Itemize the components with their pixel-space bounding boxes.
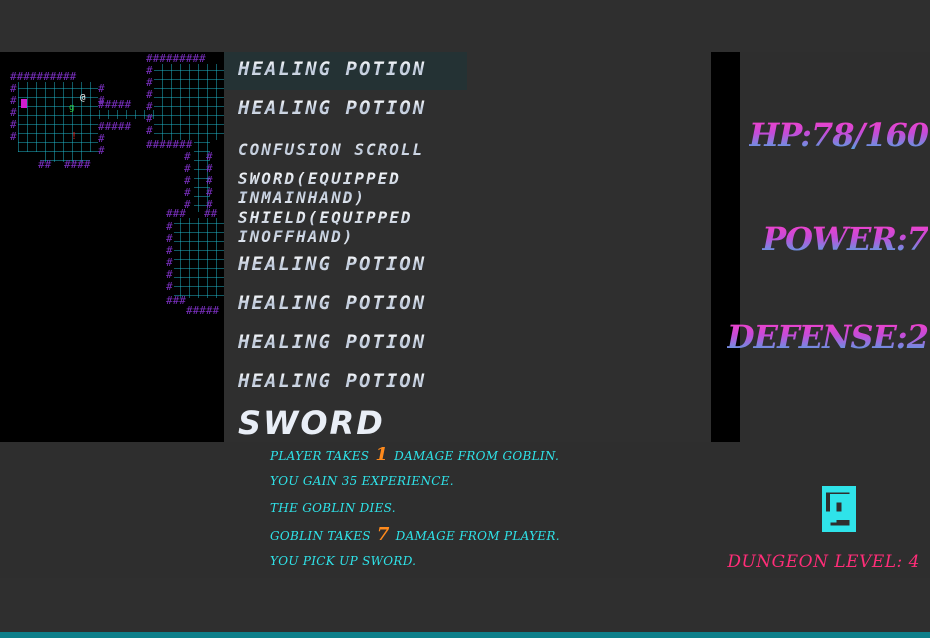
map-canvas: ########## # # # # ###### # ##### # # # ## ##… — [10, 52, 224, 317]
svg-text:###: ### — [166, 294, 186, 307]
log-text: damage from Goblin. — [394, 449, 560, 463]
svg-text:#: # — [146, 124, 153, 137]
inventory-item[interactable]: Confusion Scroll — [238, 140, 424, 159]
map-room — [174, 218, 224, 298]
svg-text:##: ## — [204, 207, 218, 220]
svg-text:###: ### — [166, 207, 186, 220]
map-marker — [21, 99, 27, 108]
log-line: You gain 35 experience. — [270, 474, 454, 488]
inventory-item[interactable]: Healing Potion — [238, 372, 426, 391]
bottom-bar — [0, 578, 930, 632]
selected-item-title: Sword — [238, 404, 385, 442]
player-at-icon — [822, 486, 856, 532]
map-goblin-icon: g — [69, 103, 74, 113]
inventory-item[interactable]: Sword(equipped inmainhand) — [238, 169, 401, 207]
inventory-panel: Healing Potion Healing Potion Confusion … — [224, 52, 711, 442]
inventory-item[interactable]: Healing Potion — [238, 255, 426, 274]
svg-text:#####: ##### — [98, 98, 131, 111]
inventory-item[interactable]: Healing Potion — [238, 60, 426, 79]
log-line: You pick up Sword. — [270, 554, 417, 568]
svg-text:##: ## — [38, 158, 52, 171]
map-potion-icon: ! — [71, 131, 77, 142]
log-text: Goblin takes — [270, 529, 371, 543]
power-stat: POWER:7 — [762, 220, 929, 258]
svg-text:##########: ########## — [10, 70, 77, 83]
inventory-item[interactable]: Shield(equipped inoffhand) — [238, 208, 413, 246]
svg-text:#####: ##### — [186, 304, 219, 317]
log-line: Goblin takes 7 damage from Player. — [270, 524, 560, 545]
panel-divider — [711, 52, 740, 442]
top-bar — [0, 0, 930, 52]
log-damage-number: 7 — [376, 524, 390, 545]
log-damage-number: 1 — [375, 444, 389, 465]
svg-text:#: # — [166, 280, 173, 293]
dungeon-level-label: Dungeon level: 4 — [727, 552, 920, 572]
bottom-accent-line — [0, 632, 930, 638]
log-line: The Goblin dies. — [270, 501, 396, 515]
stats-panel: HP:78/160 POWER:7 DEFENSE:2 — [727, 52, 930, 442]
inventory-item[interactable]: Healing Potion — [238, 294, 426, 313]
svg-text:####: #### — [64, 158, 91, 171]
inventory-item[interactable]: Healing Potion — [238, 99, 426, 118]
hp-stat: HP:78/160 — [749, 116, 929, 154]
map-room — [18, 82, 98, 152]
dungeon-map[interactable]: ########## # # # # # ##### # ##### # # # ## ##… — [0, 52, 224, 442]
map-room — [154, 64, 224, 140]
svg-text:#########: ######### — [146, 52, 206, 65]
defense-stat: DEFENSE:2 — [726, 318, 929, 356]
svg-text:#: # — [98, 144, 105, 157]
svg-text:#: # — [10, 130, 17, 143]
log-text: damage from Player. — [395, 529, 560, 543]
inventory-item[interactable]: Healing Potion — [238, 333, 426, 352]
log-line: Player takes 1 damage from Goblin. — [270, 444, 559, 465]
map-player-icon: @ — [80, 93, 86, 103]
log-text: Player takes — [270, 449, 370, 463]
